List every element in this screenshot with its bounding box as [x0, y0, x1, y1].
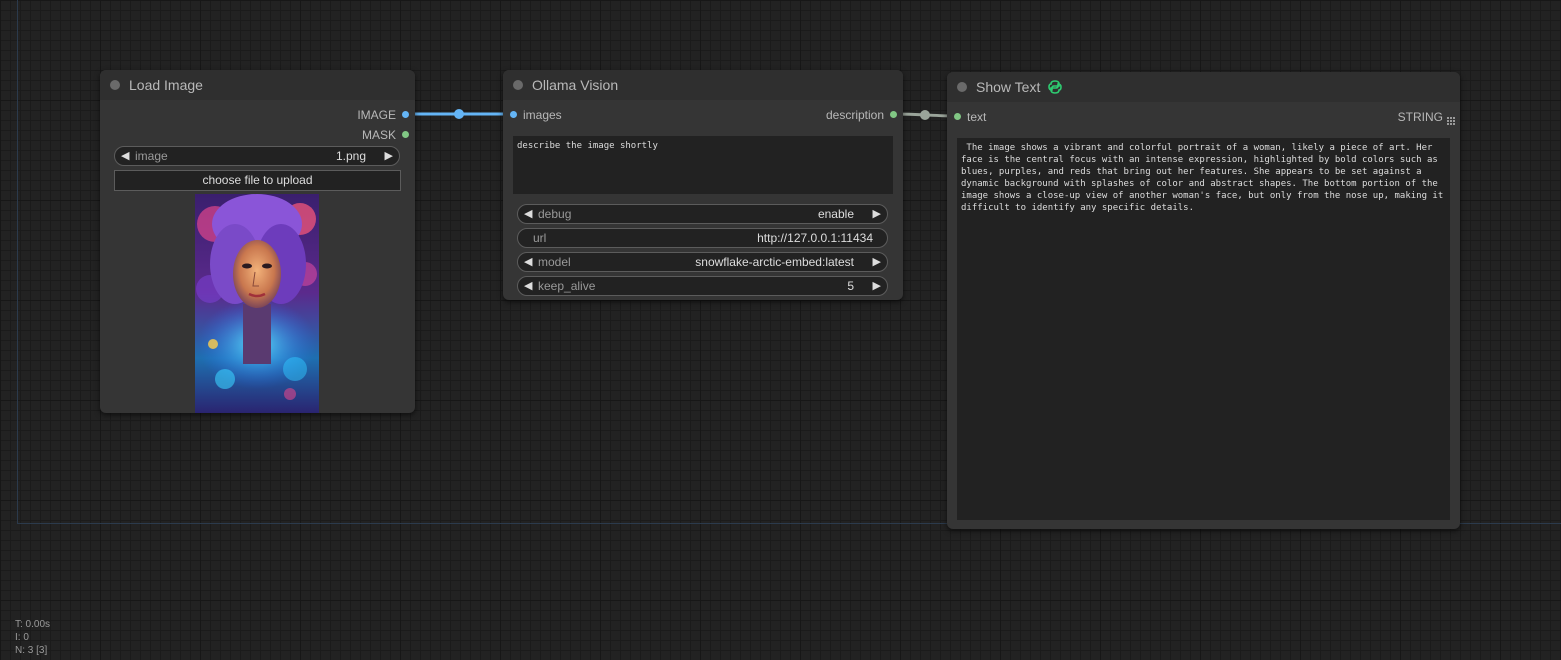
widget-value: 1.png [335, 149, 366, 163]
model-combo-widget[interactable]: ◀ model snowflake-arctic-embed:latest ▶ [517, 252, 888, 272]
python-snake-icon [1048, 80, 1062, 99]
widget-label: keep_alive [538, 279, 596, 293]
collapse-toggle[interactable] [513, 80, 523, 90]
output-textarea[interactable]: The image shows a vibrant and colorful p… [957, 138, 1450, 520]
choose-file-button[interactable]: choose file to upload [114, 170, 401, 191]
node-title: Show Text [976, 79, 1041, 95]
output-string-label: STRING [1397, 110, 1443, 124]
collapse-toggle[interactable] [110, 80, 120, 90]
output-description-slot[interactable] [890, 111, 897, 118]
output-image-slot[interactable] [402, 111, 409, 118]
show-text-node[interactable]: Show Text text STRING The image shows a … [947, 72, 1460, 529]
decrement-arrow-icon[interactable]: ◀ [524, 207, 532, 220]
keep-alive-number-widget[interactable]: ◀ keep_alive 5 ▶ [517, 276, 888, 296]
url-text-widget[interactable]: url http://127.0.0.1:11434 [517, 228, 888, 248]
widget-value: snowflake-arctic-embed:latest [695, 255, 854, 269]
output-description-label: description [825, 108, 884, 122]
node-header[interactable]: Load Image [100, 70, 415, 100]
output-image-label: IMAGE [357, 108, 396, 122]
input-images-slot[interactable] [510, 111, 517, 118]
list-grid-icon[interactable] [1447, 112, 1455, 130]
increment-arrow-icon[interactable]: ▶ [385, 149, 393, 162]
link-description-midpoint [920, 110, 930, 120]
node-title: Load Image [129, 77, 203, 93]
input-text-slot[interactable] [954, 113, 961, 120]
link-image-midpoint [454, 109, 464, 119]
widget-value: 5 [847, 279, 854, 293]
stats-iterations: I: 0 [15, 632, 29, 643]
increment-arrow-icon[interactable]: ▶ [873, 279, 881, 292]
decrement-arrow-icon[interactable]: ◀ [524, 279, 532, 292]
widget-label: debug [538, 207, 572, 221]
output-mask-slot[interactable] [402, 131, 409, 138]
stats-time: T: 0.00s [15, 619, 51, 630]
portrait-illustration [195, 194, 319, 413]
node-header[interactable]: Show Text [947, 72, 1460, 102]
collapse-toggle[interactable] [957, 82, 967, 92]
decrement-arrow-icon[interactable]: ◀ [524, 255, 532, 268]
ollama-vision-node[interactable]: Ollama Vision images description describ… [503, 70, 903, 300]
increment-arrow-icon[interactable]: ▶ [873, 207, 881, 220]
prompt-textarea[interactable]: describe the image shortly [513, 136, 893, 194]
input-text-label: text [967, 110, 987, 124]
image-preview [195, 194, 319, 413]
widget-label: image [135, 149, 168, 163]
node-header[interactable]: Ollama Vision [503, 70, 903, 100]
widget-label: url [533, 231, 547, 245]
increment-arrow-icon[interactable]: ▶ [873, 255, 881, 268]
group-border-left [17, 0, 18, 524]
decrement-arrow-icon[interactable]: ◀ [121, 149, 129, 162]
widget-value: enable [817, 207, 854, 221]
load-image-node[interactable]: Load Image IMAGE MASK ◀ image 1.png ▶ ch… [100, 70, 415, 413]
debug-combo-widget[interactable]: ◀ debug enable ▶ [517, 204, 888, 224]
output-mask-label: MASK [361, 128, 396, 142]
widget-label: model [538, 255, 571, 269]
stats-nodes: N: 3 [3] [15, 645, 48, 656]
input-images-label: images [523, 108, 562, 122]
node-title: Ollama Vision [532, 77, 619, 93]
image-combo-widget[interactable]: ◀ image 1.png ▶ [114, 146, 400, 166]
widget-value: http://127.0.0.1:11434 [757, 231, 873, 245]
